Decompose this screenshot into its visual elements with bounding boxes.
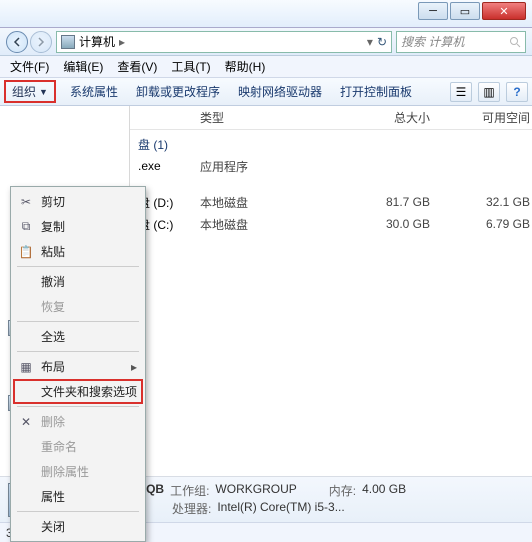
file-list: 类型 总大小 可用空间 盘 (1) .exe 应用程序 盘 (D:) 本地磁盘 … (130, 106, 532, 476)
address-bar: 计算机 ▸ ▾ ↻ 搜索 计算机 (0, 28, 532, 56)
address-field[interactable]: 计算机 ▸ ▾ ↻ (56, 31, 392, 53)
col-type[interactable]: 类型 (200, 109, 320, 126)
column-headers: 类型 总大小 可用空间 (130, 106, 532, 130)
view-icon: ☰ (456, 85, 467, 99)
organize-label: 组织 (12, 83, 36, 100)
toolbar-uninstall[interactable]: 卸载或更改程序 (132, 81, 224, 102)
details-memory: 4.00 GB (362, 482, 406, 499)
computer-icon (61, 35, 75, 49)
layout-icon: ▦ (19, 360, 33, 374)
menu-copy[interactable]: ⧉复制 (13, 214, 143, 239)
menu-view[interactable]: 查看(V) (111, 56, 163, 77)
window-controls: ─ ▭ ✕ (418, 2, 526, 20)
help-icon: ? (513, 85, 520, 99)
maximize-button[interactable]: ▭ (450, 2, 480, 20)
col-free[interactable]: 可用空间 (450, 109, 530, 126)
menu-rename: 重命名 (13, 434, 143, 459)
cut-icon: ✂ (19, 195, 33, 209)
nav-back-button[interactable] (6, 31, 28, 53)
toolbar: 组织 ▼ 系统属性 卸载或更改程序 映射网络驱动器 打开控制面板 ☰ ▥ ? (0, 78, 532, 106)
arrow-right-icon (36, 37, 46, 47)
nav-forward-button[interactable] (30, 31, 52, 53)
toolbar-map-drive[interactable]: 映射网络驱动器 (234, 81, 326, 102)
chevron-right-icon: ▸ (119, 35, 125, 49)
menu-undo[interactable]: 撤消 (13, 269, 143, 294)
menu-layout[interactable]: ▦布局 (13, 354, 143, 379)
menubar: 文件(F) 编辑(E) 查看(V) 工具(T) 帮助(H) (0, 56, 532, 78)
menu-folder-options[interactable]: 文件夹和搜索选项 (13, 379, 143, 404)
preview-pane-button[interactable]: ▥ (478, 82, 500, 102)
refresh-icon[interactable]: ↻ (377, 35, 387, 49)
search-icon (509, 36, 521, 48)
menu-properties[interactable]: 属性 (13, 484, 143, 509)
details-cpu: Intel(R) Core(TM) i5-3... (217, 500, 344, 517)
menu-help[interactable]: 帮助(H) (219, 56, 272, 77)
minimize-button[interactable]: ─ (418, 2, 448, 20)
menu-tools[interactable]: 工具(T) (165, 56, 216, 77)
chevron-down-icon: ▼ (39, 87, 48, 97)
col-total[interactable]: 总大小 (320, 109, 450, 126)
search-placeholder: 搜索 计算机 (401, 33, 464, 50)
menu-edit[interactable]: 编辑(E) (57, 56, 109, 77)
list-item[interactable]: 盘 (C:) 本地磁盘 30.0 GB 6.79 GB (130, 213, 532, 235)
copy-icon: ⧉ (19, 220, 33, 234)
menu-paste[interactable]: 📋粘贴 (13, 239, 143, 264)
menu-delete: ✕删除 (13, 409, 143, 434)
view-options-button[interactable]: ☰ (450, 82, 472, 102)
menu-cut[interactable]: ✂剪切 (13, 189, 143, 214)
list-item[interactable]: 盘 (D:) 本地磁盘 81.7 GB 32.1 GB (130, 191, 532, 213)
menu-redo: 恢复 (13, 294, 143, 319)
delete-icon: ✕ (19, 415, 33, 429)
list-item[interactable]: .exe 应用程序 (130, 155, 532, 177)
group-header[interactable]: 盘 (1) (130, 130, 532, 155)
titlebar: ─ ▭ ✕ (0, 0, 532, 28)
breadcrumb[interactable]: 计算机 (79, 33, 115, 50)
toolbar-control-panel[interactable]: 打开控制面板 (336, 81, 416, 102)
pane-icon: ▥ (483, 85, 494, 99)
organize-dropdown: ✂剪切 ⧉复制 📋粘贴 撤消 恢复 全选 ▦布局 文件夹和搜索选项 ✕删除 重命… (10, 186, 146, 542)
paste-icon: 📋 (19, 245, 33, 259)
arrow-left-icon (12, 37, 22, 47)
close-button[interactable]: ✕ (482, 2, 526, 20)
search-input[interactable]: 搜索 计算机 (396, 31, 526, 53)
menu-close[interactable]: 关闭 (13, 514, 143, 539)
dropdown-icon[interactable]: ▾ (367, 35, 373, 49)
menu-remove-props: 删除属性 (13, 459, 143, 484)
help-button[interactable]: ? (506, 82, 528, 102)
organize-button[interactable]: 组织 ▼ (4, 80, 56, 103)
toolbar-system-properties[interactable]: 系统属性 (66, 81, 122, 102)
menu-select-all[interactable]: 全选 (13, 324, 143, 349)
menu-file[interactable]: 文件(F) (4, 56, 55, 77)
details-workgroup: WORKGROUP (215, 482, 296, 499)
